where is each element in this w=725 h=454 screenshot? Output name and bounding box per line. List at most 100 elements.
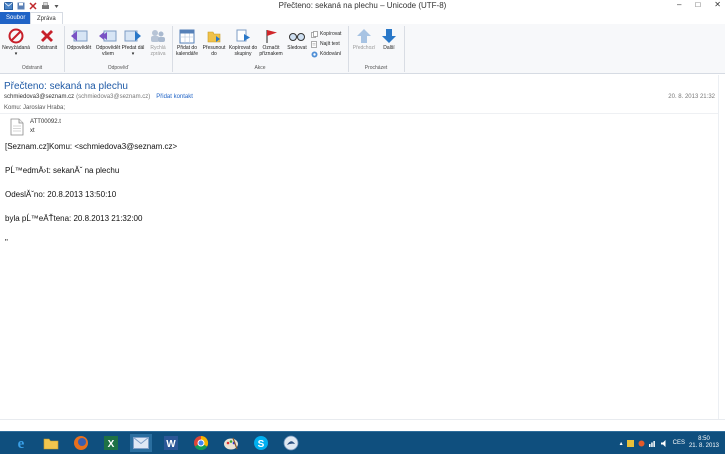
quick-reply-button[interactable]: Rychlá zpráva: [145, 28, 171, 57]
tray-app-icon[interactable]: [638, 440, 645, 447]
tray-language[interactable]: CES: [673, 440, 685, 446]
window-controls: – □ ✕: [677, 0, 721, 9]
header-divider: [0, 113, 725, 114]
svg-text:W: W: [166, 439, 176, 450]
taskbar-ie[interactable]: e: [10, 434, 32, 452]
attachment-name: ATT00092.t xt: [30, 118, 61, 136]
tray-expand-icon[interactable]: ▴: [620, 440, 623, 447]
previous-button[interactable]: Předchozí: [350, 28, 378, 51]
tab-message[interactable]: Zpráva: [30, 12, 63, 24]
taskbar-chrome[interactable]: [190, 434, 212, 452]
chrome-icon: [194, 435, 209, 451]
taskbar-firefox[interactable]: [70, 434, 92, 452]
reply-all-label: Odpovědět všem: [95, 45, 121, 57]
flag-button[interactable]: Označit příznakem: [258, 28, 284, 57]
title-bar: Přečteno: sekaná na plechu – Unicode (UT…: [0, 0, 725, 12]
firefox-icon: [74, 436, 88, 450]
body-line: PĹ™edmÄ›t: sekanĂˇ na plechu: [5, 166, 120, 175]
taskbar-excel[interactable]: X: [100, 434, 122, 452]
add-calendar-button[interactable]: Přidat do kalendáře: [173, 28, 201, 57]
message-subject: Přečteno: sekaná na plechu: [4, 81, 128, 92]
attachment-name-line1: ATT00092.t: [30, 119, 61, 125]
svg-text:S: S: [258, 439, 265, 450]
copy-icon: [311, 30, 318, 38]
sender-name[interactable]: schmiedova3@seznam.cz: [4, 94, 74, 100]
taskbar-skype[interactable]: S: [250, 434, 272, 452]
svg-text:X: X: [108, 439, 115, 450]
move-folder-icon: [207, 31, 221, 43]
folder-icon: [43, 438, 59, 450]
group-reply-label: Odpověď: [107, 65, 129, 71]
flag-icon: [266, 30, 277, 43]
body-line: [Seznam.cz]Komu: <schmiedova3@seznam.cz>: [5, 142, 178, 151]
arrow-up-icon: [357, 29, 371, 43]
delete-icon: [41, 30, 53, 42]
body-line: byla pĹ™eÄŤtena: 20.8.2013 21:32:00: [5, 214, 143, 223]
junk-button[interactable]: Nevyžádaná ▾: [2, 28, 30, 57]
body-line: ": [5, 238, 8, 247]
encoding-icon: [311, 51, 318, 57]
reply-icon: [71, 30, 88, 42]
previous-label: Předchozí: [352, 45, 376, 51]
taskbar-word[interactable]: W: [160, 434, 182, 452]
group-delete: Nevyžádaná ▾ Odstranit Odstranit: [0, 26, 65, 72]
ribbon: Nevyžádaná ▾ Odstranit Odstranit Odpověd…: [0, 24, 725, 74]
minimize-button[interactable]: –: [677, 0, 681, 9]
recipient-row: Komu: Jaroslav Hraba;: [4, 105, 66, 111]
reply-button[interactable]: Odpovědět: [65, 28, 93, 51]
quick-reply-icon: [151, 30, 165, 42]
tab-file[interactable]: Soubor: [0, 12, 32, 24]
sender-row: schmiedova3@seznam.cz (schmiedova3@seznam…: [4, 94, 193, 100]
flag-label: Označit příznakem: [259, 45, 283, 57]
message-date: 20. 8. 2013 21:32: [668, 94, 715, 100]
group-actions-label: Akce: [254, 65, 266, 71]
taskbar-mail[interactable]: [130, 434, 152, 452]
tray-flag-icon[interactable]: [626, 439, 634, 447]
encoding-button[interactable]: Kódování: [311, 50, 341, 58]
close-button[interactable]: ✕: [714, 0, 721, 9]
find-text-button[interactable]: Najít text: [311, 40, 340, 48]
tray-network-icon[interactable]: [648, 440, 657, 447]
move-to-button[interactable]: Přesunout do: [201, 28, 227, 57]
bird-app-icon: [283, 435, 299, 451]
message-body: [Seznam.cz]Komu: <schmiedova3@seznam.cz>…: [5, 142, 177, 262]
group-reply: Odpovědět Odpovědět všem Předat dál ▾ Ry…: [64, 26, 173, 72]
group-delete-label: Odstranit: [21, 65, 43, 71]
arrow-down-icon: [382, 29, 396, 43]
group-actions: Přidat do kalendáře Přesunout do Kopírov…: [172, 26, 349, 72]
forward-button[interactable]: Předat dál ▾: [121, 28, 145, 57]
add-calendar-label: Přidat do kalendáře: [176, 45, 198, 57]
delete-button[interactable]: Odstranit: [33, 28, 61, 51]
junk-icon: [8, 28, 24, 44]
taskbar-app[interactable]: [280, 434, 302, 452]
group-browse-label: Procházet: [364, 65, 388, 71]
tray-clock[interactable]: 8:50 21. 8. 2013: [689, 436, 719, 450]
reply-all-button[interactable]: Odpovědět všem: [94, 28, 122, 57]
attachment[interactable]: ATT00092.t xt: [10, 118, 61, 136]
paint-palette-icon: [224, 437, 238, 450]
reply-label: Odpovědět: [66, 45, 92, 51]
watch-button[interactable]: Sledovat: [284, 28, 310, 51]
taskbar-explorer[interactable]: [40, 434, 62, 452]
tray-volume-icon[interactable]: [660, 439, 669, 447]
word-icon: W: [164, 436, 178, 450]
find-icon: [311, 40, 317, 48]
copy-label: Kopírovat: [320, 31, 342, 37]
junk-dropdown-icon[interactable]: ▾: [2, 51, 30, 57]
copy-folder-icon: [236, 29, 250, 42]
next-button[interactable]: Další: [375, 28, 403, 51]
add-contact-link[interactable]: Přidat kontakt: [156, 94, 193, 100]
body-line: OdeslĂˇno: 20.8.2013 13:50:10: [5, 190, 117, 199]
next-label: Další: [383, 45, 395, 51]
maximize-button[interactable]: □: [695, 0, 700, 9]
taskbar: e X W S ▴ CES 8:50 21. 8. 2013: [0, 431, 725, 454]
copy-button[interactable]: Kopírovat: [311, 30, 341, 38]
copy-to-button[interactable]: Kopírovat do skupiny: [228, 28, 258, 57]
watch-glasses-icon: [289, 33, 305, 41]
mail-icon: [133, 437, 149, 449]
clock-date: 21. 8. 2013: [688, 443, 719, 449]
message-scrollbar[interactable]: [718, 75, 725, 419]
move-to-label: Přesunout do: [202, 45, 226, 57]
forward-dropdown-icon[interactable]: ▾: [132, 51, 135, 57]
taskbar-paint[interactable]: [220, 434, 242, 452]
